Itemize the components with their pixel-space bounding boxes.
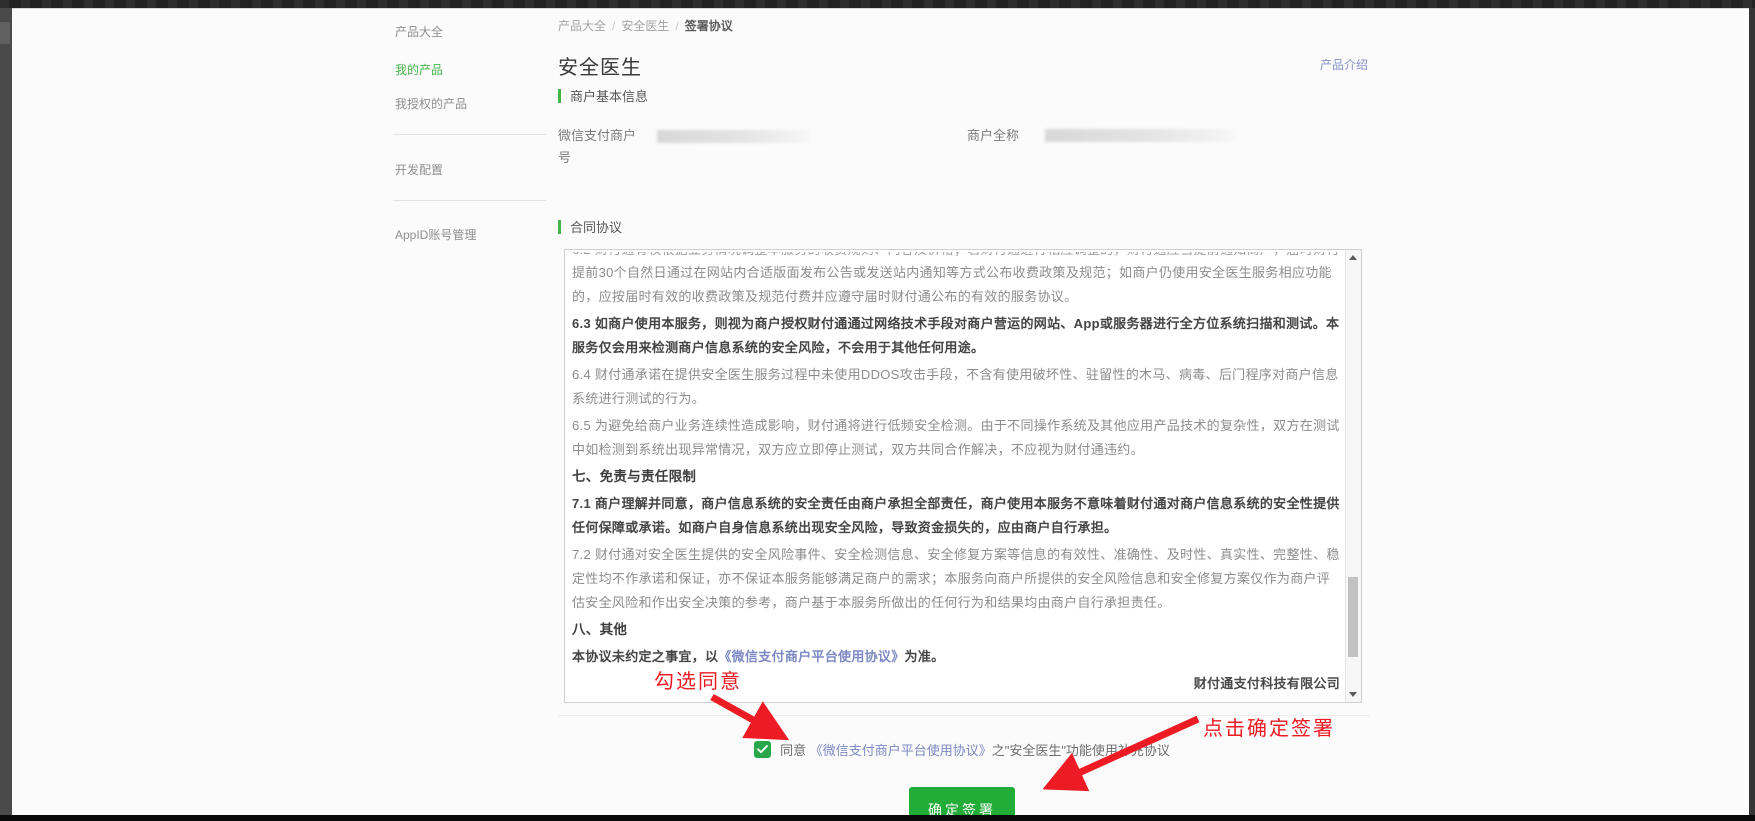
sidebar-item-product-catalog[interactable]: 产品大全 — [395, 23, 443, 40]
sidebar-divider — [393, 200, 546, 201]
section-accent-bar — [558, 88, 561, 103]
breadcrumb-separator: / — [675, 19, 679, 33]
agree-checkbox[interactable] — [754, 741, 772, 758]
browser-top-bar — [0, 0, 1755, 8]
section-title: 商户基本信息 — [570, 89, 649, 104]
breadcrumb-separator: / — [612, 19, 616, 33]
masked-value-merchant-id — [657, 130, 810, 143]
agreement-clipped-line: 6.2 财付通有权根据业务情况调整本服务的收费规则、内容及价格；若财付通进行相应… — [572, 252, 1340, 261]
scroll-up-icon — [1349, 255, 1357, 260]
other-clause-post: 为准。 — [904, 649, 945, 664]
consent-label: 同意 《微信支付商户平台使用协议》之"安全医生"功能使用补充协议 — [780, 740, 1170, 759]
agreement-paragraph-6-3: 6.3 如商户使用本服务，则视为商户授权财付通通过网络技术手段对商户营运的网站、… — [572, 316, 1340, 355]
agreement-paragraph-7-1: 7.1 商户理解并同意，商户信息系统的安全责任由商户承担全部责任，商户使用本服务… — [572, 496, 1340, 535]
section-title: 合同协议 — [570, 220, 623, 235]
breadcrumb-item-sign-agreement: 签署协议 — [684, 19, 733, 33]
agreement-heading-7: 七、免责与责任限制 — [572, 469, 697, 484]
breadcrumb: 产品大全 / 安全医生 / 签署协议 — [558, 17, 733, 34]
browser-bottom-bar — [0, 815, 1755, 821]
field-label-merchant-name: 商户全称 — [967, 128, 1020, 143]
screenshot-stage: 产品大全 我的产品 我授权的产品 开发配置 AppID账号管理 产品大全 / 安全医… — [0, 0, 1755, 821]
scrollbar-thumb[interactable] — [1348, 577, 1358, 657]
other-clause-pre: 本协议未约定之事宜，以 — [572, 649, 719, 664]
left-edge-highlight — [0, 22, 10, 44]
browser-left-edge — [0, 8, 12, 815]
sidebar-item-authorized-products[interactable]: 我授权的产品 — [395, 95, 467, 112]
consent-prefix: 同意 — [780, 743, 810, 758]
annotation-click-sign: 点击确定签署 — [1203, 718, 1335, 740]
consent-agreement-link[interactable]: 《微信支付商户平台使用协议》 — [810, 743, 992, 758]
sidebar-item-dev-config[interactable]: 开发配置 — [395, 161, 443, 178]
breadcrumb-item-security-doctor[interactable]: 安全医生 — [621, 19, 669, 33]
agreement-text: 6.2 财付通有权根据业务情况调整本服务的收费规则、内容及价格；若财付通进行相应… — [565, 250, 1346, 702]
product-intro-link[interactable]: 产品介绍 — [1320, 56, 1368, 73]
scrollbar-up-button[interactable] — [1346, 250, 1361, 264]
agreement-paragraph-7-2: 7.2 财付通对安全医生提供的安全风险事件、安全检测信息、安全修复方案等信息的有… — [572, 547, 1340, 610]
agreement-scroll-box[interactable]: 6.2 财付通有权根据业务情况调整本服务的收费规则、内容及价格；若财付通进行相应… — [564, 249, 1362, 703]
sidebar-divider — [393, 134, 546, 135]
scrollbar-down-button[interactable] — [1346, 688, 1361, 702]
confirm-sign-button[interactable]: 确定签署 — [909, 787, 1015, 816]
scroll-down-icon — [1349, 692, 1357, 697]
field-label-merchant-id: 微信支付商户号 — [558, 128, 637, 165]
masked-value-merchant-name — [1045, 129, 1235, 142]
merchant-platform-page: 产品大全 我的产品 我授权的产品 开发配置 AppID账号管理 产品大全 / 安全医… — [12, 8, 1749, 816]
agreement-heading-8: 八、其他 — [572, 622, 628, 637]
check-icon — [757, 745, 768, 754]
section-accent-bar — [558, 219, 561, 234]
section-header-merchant-info: 商户基本信息 — [558, 86, 648, 105]
agreement-paragraph-6-5: 6.5 为避免给商户业务连续性造成影响，财付通将进行低频安全检测。由于不同操作系… — [572, 418, 1340, 457]
agreement-paragraph-6-4: 6.4 财付通承诺在提供安全医生服务过程中未使用DDOS攻击手段，不含有使用破坏… — [572, 367, 1339, 406]
annotation-check-agree: 勾选同意 — [654, 671, 742, 693]
page-title: 安全医生 — [558, 57, 642, 79]
scrollbar-track[interactable] — [1345, 250, 1361, 702]
breadcrumb-item-product-catalog[interactable]: 产品大全 — [558, 19, 606, 33]
submit-button-row: 确定签署 — [564, 787, 1360, 816]
agreement-paragraph: 提前30个自然日通过在网站内合适版面发布公告或发送站内通知等方式公布收费政策及规… — [572, 265, 1332, 304]
consent-row: 同意 《微信支付商户平台使用协议》之"安全医生"功能使用补充协议 — [564, 740, 1360, 759]
sidebar-item-my-products[interactable]: 我的产品 — [395, 61, 443, 78]
platform-agreement-link[interactable]: 《微信支付商户平台使用协议》 — [718, 649, 904, 664]
consent-suffix: 之"安全医生"功能使用补充协议 — [991, 743, 1170, 758]
browser-right-edge — [1749, 8, 1755, 815]
sidebar-item-appid-management[interactable]: AppID账号管理 — [395, 226, 476, 243]
section-header-contract: 合同协议 — [558, 217, 622, 236]
